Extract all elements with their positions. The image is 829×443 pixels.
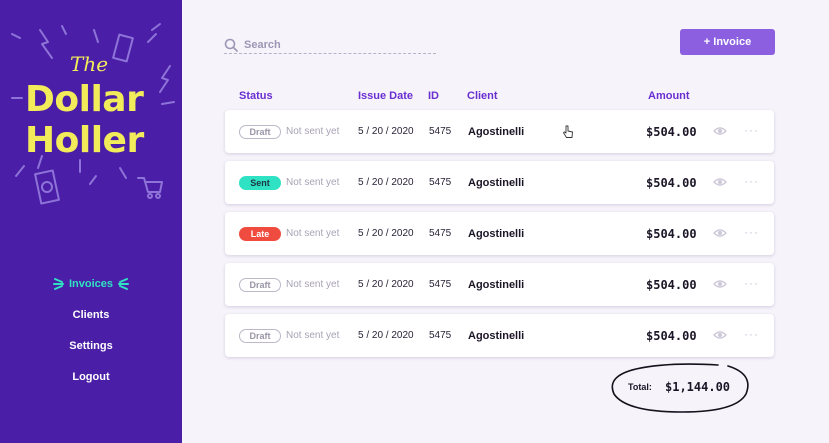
- eye-icon[interactable]: [713, 126, 727, 136]
- invoice-id: 5475: [429, 177, 452, 188]
- sidebar-nav: Invoices Clients Settings Logout: [0, 268, 182, 392]
- logo-line-1: Dollar: [25, 79, 144, 120]
- header-status[interactable]: Status: [239, 90, 273, 102]
- more-icon[interactable]: ···: [744, 327, 759, 341]
- invoice-amount: $504.00: [646, 124, 697, 139]
- header-issue-date[interactable]: Issue Date: [358, 90, 413, 102]
- issue-date: 5 / 20 / 2020: [358, 330, 414, 341]
- more-icon[interactable]: ···: [744, 276, 759, 290]
- invoice-row[interactable]: Draft Not sent yet 5 / 20 / 2020 5475 Ag…: [225, 314, 774, 357]
- nav-label-settings: Settings: [69, 339, 113, 352]
- sparkle-right-icon: [118, 277, 130, 290]
- invoice-id: 5475: [429, 126, 452, 137]
- sent-note: Not sent yet: [286, 126, 340, 137]
- issue-date: 5 / 20 / 2020: [358, 126, 414, 137]
- status-badge: Late: [239, 227, 281, 241]
- logo-line-2: Holler: [25, 120, 144, 161]
- search-input[interactable]: Search: [224, 36, 436, 54]
- client-name: Agostinelli: [468, 227, 525, 240]
- search-icon: [224, 38, 238, 52]
- nav-item-invoices[interactable]: Invoices: [0, 268, 182, 299]
- eye-icon[interactable]: [713, 330, 727, 340]
- main-content: Search + Invoice Status Issue Date ID Cl…: [182, 0, 829, 443]
- sent-note: Not sent yet: [286, 228, 340, 239]
- status-badge: Draft: [239, 278, 281, 292]
- invoice-id: 5475: [429, 228, 452, 239]
- more-icon[interactable]: ···: [744, 174, 759, 188]
- invoice-id: 5475: [429, 279, 452, 290]
- invoice-row[interactable]: Draft Not sent yet 5 / 20 / 2020 5475 Ag…: [225, 263, 774, 306]
- header-client[interactable]: Client: [467, 90, 498, 102]
- client-name: Agostinelli: [468, 176, 525, 189]
- invoice-amount: $504.00: [646, 226, 697, 241]
- new-invoice-button[interactable]: + Invoice: [680, 29, 775, 55]
- header-id[interactable]: ID: [428, 90, 439, 102]
- sent-note: Not sent yet: [286, 330, 340, 341]
- issue-date: 5 / 20 / 2020: [358, 177, 414, 188]
- client-name: Agostinelli: [468, 329, 525, 342]
- issue-date: 5 / 20 / 2020: [358, 279, 414, 290]
- more-icon[interactable]: ···: [744, 225, 759, 239]
- status-badge: Draft: [239, 125, 281, 139]
- hand-cursor-icon: [563, 125, 573, 138]
- invoice-row[interactable]: Late Not sent yet 5 / 20 / 2020 5475 Ago…: [225, 212, 774, 255]
- total-summary: Total: $1,144.00: [608, 360, 754, 416]
- issue-date: 5 / 20 / 2020: [358, 228, 414, 239]
- nav-item-settings[interactable]: Settings: [0, 330, 182, 361]
- client-name: Agostinelli: [468, 278, 525, 291]
- eye-icon[interactable]: [713, 177, 727, 187]
- invoice-row[interactable]: Sent Not sent yet 5 / 20 / 2020 5475 Ago…: [225, 161, 774, 204]
- status-badge: Draft: [239, 329, 281, 343]
- sidebar: The Dollar Holler Invoices Clients Setti…: [0, 0, 182, 443]
- invoice-amount: $504.00: [646, 175, 697, 190]
- sent-note: Not sent yet: [286, 279, 340, 290]
- logo-the: The: [70, 52, 109, 76]
- nav-label-invoices: Invoices: [68, 277, 114, 290]
- nav-item-clients[interactable]: Clients: [0, 299, 182, 330]
- eye-icon[interactable]: [713, 228, 727, 238]
- total-value: $1,144.00: [665, 380, 731, 394]
- invoice-amount: $504.00: [646, 277, 697, 292]
- status-badge: Sent: [239, 176, 281, 190]
- nav-item-logout[interactable]: Logout: [0, 361, 182, 392]
- more-icon[interactable]: ···: [744, 123, 759, 137]
- total-label: Total:: [628, 382, 652, 392]
- invoice-amount: $504.00: [646, 328, 697, 343]
- sent-note: Not sent yet: [286, 177, 340, 188]
- nav-label-logout: Logout: [72, 370, 110, 383]
- invoice-id: 5475: [429, 330, 452, 341]
- nav-label-clients: Clients: [72, 308, 110, 321]
- client-name: Agostinelli: [468, 125, 525, 138]
- eye-icon[interactable]: [713, 279, 727, 289]
- header-amount[interactable]: Amount: [648, 90, 690, 102]
- search-placeholder: Search: [244, 38, 281, 51]
- sparkle-left-icon: [52, 277, 64, 290]
- invoice-row[interactable]: Draft Not sent yet 5 / 20 / 2020 5475 Ag…: [225, 110, 774, 153]
